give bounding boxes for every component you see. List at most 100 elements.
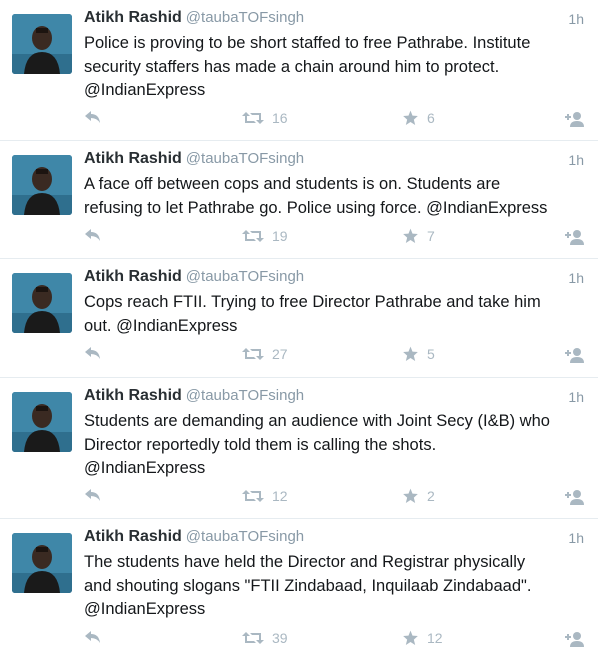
tweet-header: Atikh Rashid @taubaTOFsingh 1h — [84, 150, 586, 172]
retweet-count: 39 — [272, 630, 288, 646]
follow-icon — [565, 632, 584, 647]
retweet-count: 27 — [272, 346, 288, 362]
favorite-count: 7 — [427, 228, 435, 244]
author-handle[interactable]: @taubaTOFsingh — [186, 150, 304, 167]
favorite-button[interactable]: 6 — [402, 110, 435, 126]
tweet-text-line: out. @IndianExpress — [84, 316, 238, 335]
retweet-icon — [242, 632, 264, 644]
author-name[interactable]: Atikh Rashid — [84, 9, 182, 26]
reply-icon — [85, 111, 100, 123]
author-handle[interactable]: @taubaTOFsingh — [186, 9, 304, 26]
reply-icon — [85, 489, 100, 501]
tweet-text-line: @IndianExpress — [84, 81, 206, 99]
follow-icon — [565, 230, 584, 245]
tweet-header: Atikh Rashid @taubaTOFsingh 1h — [84, 9, 586, 31]
author-handle[interactable]: @taubaTOFsingh — [186, 528, 304, 545]
tweet-header: Atikh Rashid @taubaTOFsingh 1h — [84, 268, 586, 290]
tweet-text: Police is proving to be short staffed to… — [84, 32, 588, 103]
favorite-count: 5 — [427, 346, 435, 362]
retweet-count: 16 — [272, 110, 288, 126]
retweet-button[interactable]: 12 — [242, 488, 288, 504]
tweet[interactable]: Atikh Rashid @taubaTOFsingh 1h A face off… — [0, 141, 598, 259]
follow-button[interactable] — [564, 228, 586, 246]
tweet-actions: 16 6 — [84, 110, 586, 132]
favorite-button[interactable]: 12 — [402, 630, 443, 646]
reply-icon — [85, 631, 100, 643]
tweet-text: Cops reach FTII. Trying to free Director… — [84, 291, 588, 338]
tweet-actions: 19 7 — [84, 228, 586, 250]
author-name[interactable]: Atikh Rashid — [84, 150, 182, 167]
avatar[interactable] — [12, 392, 72, 452]
reply-button[interactable] — [84, 110, 102, 124]
tweet-text: Students are demanding an audience with … — [84, 410, 588, 481]
star-icon — [403, 228, 418, 243]
avatar[interactable] — [12, 533, 72, 593]
timestamp[interactable]: 1h — [568, 270, 584, 286]
tweet-actions: 12 2 — [84, 488, 586, 510]
tweet-actions: 39 12 — [84, 630, 586, 652]
reply-button[interactable] — [84, 228, 102, 242]
tweet-text-line: @IndianExpress — [84, 600, 206, 618]
author-handle[interactable]: @taubaTOFsingh — [186, 387, 304, 404]
follow-button[interactable] — [564, 110, 586, 128]
star-icon — [403, 346, 418, 361]
tweet-text: A face off between cops and students is … — [84, 173, 588, 220]
author-name[interactable]: Atikh Rashid — [84, 528, 182, 545]
reply-button[interactable] — [84, 630, 102, 644]
retweet-button[interactable]: 39 — [242, 630, 288, 646]
follow-button[interactable] — [564, 488, 586, 506]
star-icon — [403, 630, 418, 645]
retweet-button[interactable]: 16 — [242, 110, 288, 126]
timestamp[interactable]: 1h — [568, 389, 584, 405]
timestamp[interactable]: 1h — [568, 152, 584, 168]
tweet[interactable]: Atikh Rashid @taubaTOFsingh 1h Police is … — [0, 0, 598, 141]
tweet-text-line: Cops reach FTII. Trying to free Director… — [84, 293, 541, 311]
avatar[interactable] — [12, 14, 72, 74]
retweet-icon — [242, 348, 264, 360]
avatar[interactable] — [12, 155, 72, 215]
tweet-text-line: security staffers has made a chain aroun… — [84, 57, 500, 76]
retweet-count: 12 — [272, 488, 288, 504]
follow-button[interactable] — [564, 346, 586, 364]
tweet-actions: 27 5 — [84, 346, 586, 368]
tweet-text-line: Director reportedly told them is calling… — [84, 435, 437, 454]
retweet-button[interactable]: 19 — [242, 228, 288, 244]
author-handle[interactable]: @taubaTOFsingh — [186, 268, 304, 285]
tweet-feed: Atikh Rashid @taubaTOFsingh 1h Police is … — [0, 0, 598, 662]
tweet-header: Atikh Rashid @taubaTOFsingh 1h — [84, 387, 586, 409]
favorite-button[interactable]: 7 — [402, 228, 435, 244]
tweet[interactable]: Atikh Rashid @taubaTOFsingh 1h The studen… — [0, 519, 598, 662]
author-name[interactable]: Atikh Rashid — [84, 268, 182, 285]
timestamp[interactable]: 1h — [568, 11, 584, 27]
retweet-icon — [242, 490, 264, 502]
retweet-count: 19 — [272, 228, 288, 244]
retweet-button[interactable]: 27 — [242, 346, 288, 362]
follow-icon — [565, 490, 584, 505]
tweet-text-line: refusing to let Pathrabe go. Police usin… — [84, 198, 548, 217]
favorite-count: 12 — [427, 630, 443, 646]
reply-button[interactable] — [84, 346, 102, 360]
retweet-icon — [242, 230, 264, 242]
tweet-header: Atikh Rashid @taubaTOFsingh 1h — [84, 528, 586, 550]
star-icon — [403, 110, 418, 125]
reply-icon — [85, 347, 100, 359]
retweet-icon — [242, 112, 264, 124]
reply-icon — [85, 229, 100, 241]
favorite-button[interactable]: 2 — [402, 488, 435, 504]
favorite-count: 6 — [427, 110, 435, 126]
tweet[interactable]: Atikh Rashid @taubaTOFsingh 1h Cops reach… — [0, 259, 598, 378]
follow-button[interactable] — [564, 630, 586, 648]
favorite-count: 2 — [427, 488, 435, 504]
tweet[interactable]: Atikh Rashid @taubaTOFsingh 1h Students a… — [0, 378, 598, 519]
favorite-button[interactable]: 5 — [402, 346, 435, 362]
avatar[interactable] — [12, 273, 72, 333]
author-name[interactable]: Atikh Rashid — [84, 387, 182, 404]
tweet-text-line: The students have held the Director and … — [84, 553, 526, 571]
tweet-text-line: @IndianExpress — [84, 459, 206, 477]
follow-icon — [565, 348, 584, 363]
timestamp[interactable]: 1h — [568, 530, 584, 546]
follow-icon — [565, 112, 584, 127]
reply-button[interactable] — [84, 488, 102, 502]
tweet-text-line: Students are demanding an audience with … — [84, 412, 550, 430]
tweet-text: The students have held the Director and … — [84, 551, 588, 622]
